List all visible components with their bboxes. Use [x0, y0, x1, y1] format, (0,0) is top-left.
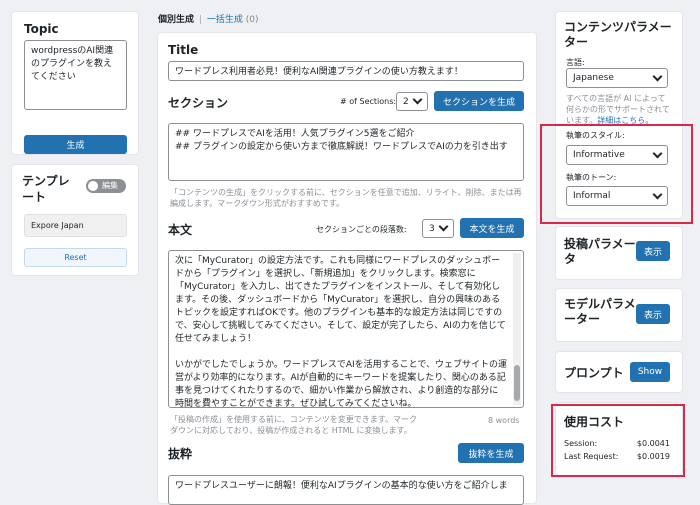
toggle-knob: [88, 181, 98, 191]
post-params-title: 投稿パラメータ: [564, 237, 636, 266]
section-count-label: # of Sections:: [340, 97, 397, 106]
show-model-params-button[interactable]: 表示: [636, 304, 670, 324]
sections-textarea[interactable]: ## ワードプレスでAIを活用！人気プラグイン5選をご紹介 ## プラグインの設…: [168, 123, 524, 181]
section-line: ## ワードプレスでAIを活用！人気プラグイン5選をご紹介: [175, 129, 415, 139]
sections-hint: 「コンテンツの生成」をクリックする前に、セクションを任意で追加、リライト、削除、…: [170, 188, 522, 208]
body-hint: 「投稿の作成」を使用する前に、コンテンツを変更できます。マークダウンに対応してお…: [170, 415, 417, 435]
post-params-panel: 投稿パラメータ 表示: [556, 227, 682, 279]
show-prompt-button[interactable]: Show: [630, 362, 670, 382]
template-select[interactable]: Expore Japan: [24, 214, 127, 237]
generate-body-button[interactable]: 本文を生成: [460, 218, 524, 238]
tab-individual[interactable]: 個別生成: [158, 15, 194, 25]
generation-tabs: 個別生成 | 一括生成 (0): [158, 12, 258, 25]
template-title: テンプレート: [22, 174, 70, 204]
edit-toggle[interactable]: 編集: [86, 179, 126, 193]
content-params-title: コンテンツパラメーター: [564, 20, 672, 49]
tab-bulk-count: (0): [245, 15, 259, 25]
paragraph-count-select[interactable]: 3: [422, 219, 454, 238]
reset-button[interactable]: Reset: [24, 248, 127, 267]
section-label: セクション: [168, 96, 229, 110]
topic-input[interactable]: wordpressのAI関連のプラグインを教えてください: [24, 40, 127, 110]
language-label: 言語:: [566, 58, 585, 67]
template-panel: テンプレート 編集 Expore Japan Reset: [12, 165, 138, 275]
language-value: Japanese: [573, 73, 614, 83]
body-scrollbar[interactable]: [513, 253, 521, 405]
highlight-style-tone: [540, 124, 693, 224]
show-post-params-button[interactable]: 表示: [636, 241, 670, 261]
edit-toggle-label: 編集: [102, 181, 118, 190]
main-panel: Title ワードプレス利用者必見！便利なAI関連プラグインの使い方教えます！ …: [158, 33, 536, 505]
generate-sections-button[interactable]: セクションを生成: [434, 91, 524, 111]
section-count-select[interactable]: 2: [396, 92, 428, 111]
body-paragraph: 次に「MyCurator」の設定方法です。これも同様にワードプレスのダッシュボー…: [175, 256, 506, 344]
title-input[interactable]: ワードプレス利用者必見！便利なAI関連プラグインの使い方教えます！: [168, 61, 524, 81]
word-count: 8 words: [488, 416, 520, 425]
model-params-panel: モデルパラメーター 表示: [556, 289, 682, 341]
excerpt-label: 抜粋: [168, 447, 193, 461]
tab-separator: |: [198, 15, 202, 25]
chevron-down-icon: [412, 94, 423, 105]
paragraph-count-label: セクションごとの段落数:: [316, 225, 407, 234]
language-hint: すべての言語が AI によって何らかの形でサポートされています。詳細はこちら。: [566, 94, 670, 125]
tab-bulk[interactable]: 一括生成: [207, 15, 243, 25]
generate-excerpt-button[interactable]: 抜粋を生成: [458, 443, 524, 463]
language-select[interactable]: Japanese: [566, 68, 668, 88]
paragraph-count-value: 3: [429, 223, 435, 234]
body-label: 本文: [168, 223, 193, 237]
generate-topic-button[interactable]: 生成: [24, 135, 127, 154]
model-params-title: モデルパラメーター: [564, 297, 636, 326]
prompt-title: プロンプト: [564, 366, 624, 380]
body-paragraph: いかがでしたでしょうか。ワードプレスでAIを活用することで、ウェブサイトの運営が…: [175, 360, 508, 408]
chevron-down-icon: [438, 221, 449, 232]
chevron-down-icon: [652, 71, 663, 81]
highlight-usage-cost: [551, 404, 685, 477]
section-line: ## プラグインの設定から使い方まで徹底解説！ワードプレスでAIの力を引き出す: [175, 142, 508, 152]
section-count-value: 2: [403, 96, 409, 107]
prompt-panel: プロンプト Show: [556, 352, 682, 392]
excerpt-textarea[interactable]: ワードプレスユーザーに朗報！便利なAIプラグインの基本的な使い方をご紹介しま: [168, 475, 524, 505]
body-textarea[interactable]: 次に「MyCurator」の設定方法です。これも同様にワードプレスのダッシュボー…: [168, 250, 524, 408]
topic-title: Topic: [24, 22, 59, 36]
topic-panel: Topic wordpressのAI関連のプラグインを教えてください 生成: [12, 12, 138, 154]
scrollbar-thumb[interactable]: [514, 365, 520, 401]
title-label: Title: [168, 43, 199, 57]
